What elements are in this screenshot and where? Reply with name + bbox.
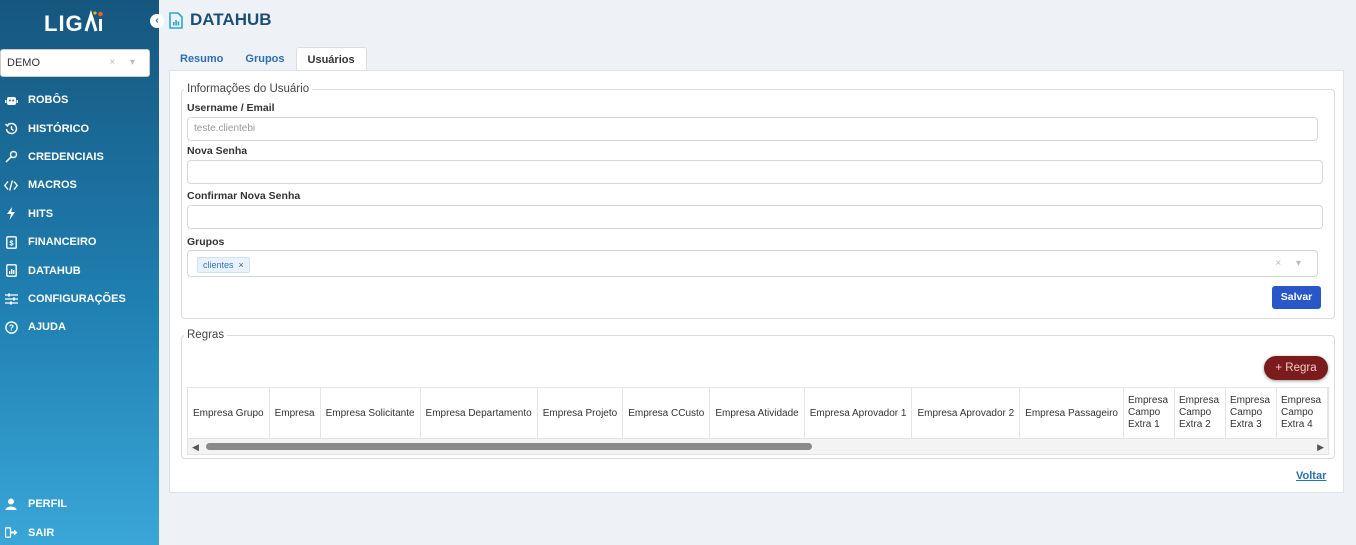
sidebar-item-datahub[interactable]: DATAHUB <box>0 256 159 284</box>
help-icon: ? <box>4 320 18 334</box>
sidebar-item-label: CONFIGURAÇÕES <box>28 292 126 305</box>
rules-column-header[interactable]: Empresa Atividade <box>709 388 805 438</box>
sidebar-item-label: HITS <box>28 207 54 220</box>
rules-column-header[interactable]: Empresa Campo Extra 2 <box>1174 388 1226 438</box>
rules-column-header[interactable]: Empresa Campo Extra 1 <box>1123 388 1175 438</box>
scroll-right-icon[interactable]: ▶ <box>1317 442 1324 453</box>
add-rule-button[interactable]: + Regra <box>1264 356 1328 380</box>
select-clear-chevron-icon[interactable]: × ▾ <box>109 50 141 76</box>
confirm-password-field[interactable] <box>187 205 1323 229</box>
rules-column-header[interactable]: Empresa Passageiro <box>1019 388 1124 438</box>
code-icon <box>4 178 18 192</box>
tab-usuarios[interactable]: Usuários <box>295 47 367 71</box>
rules-column-header[interactable]: Empresa Aprovador 1 <box>804 388 913 438</box>
new-password-label: Nova Senha <box>187 145 248 157</box>
sidebar: LIG ‹ DEMO × ▾ ROBÔS HISTÓRICO CREDENCIA… <box>0 0 164 545</box>
key-icon <box>4 150 18 164</box>
rules-column-header[interactable]: Empresa Aprovador 2 <box>911 388 1021 438</box>
select-clear-chevron-icon[interactable]: × ▾ <box>1275 251 1307 276</box>
sidebar-item-label: FINANCEIRO <box>28 236 97 249</box>
svg-text:LIG: LIG <box>44 11 84 36</box>
robot-icon <box>4 93 18 107</box>
svg-text:?: ? <box>8 322 13 332</box>
sliders-icon <box>4 292 18 306</box>
sidebar-item-hits[interactable]: HITS <box>0 200 159 228</box>
rules-column-header[interactable]: Empresa Departamento <box>420 388 538 438</box>
chart-file-icon <box>4 264 18 278</box>
sidebar-item-label: DATAHUB <box>28 264 81 277</box>
sidebar-item-financeiro[interactable]: $ FINANCEIRO <box>0 228 159 256</box>
rules-column-header[interactable]: Empresa Projeto <box>537 388 624 438</box>
sidebar-item-robos[interactable]: ROBÔS <box>0 86 159 114</box>
sidebar-item-label: PERFIL <box>28 498 68 511</box>
sidebar-item-historico[interactable]: HISTÓRICO <box>0 114 159 142</box>
rules-table: Empresa Grupo Empresa Empresa Solicitante E… <box>188 388 1328 438</box>
svg-text:$: $ <box>9 238 14 247</box>
groups-label: Grupos <box>187 236 225 248</box>
sidebar-item-label: AJUDA <box>28 321 66 334</box>
remove-tag-icon[interactable]: × <box>239 260 244 270</box>
bolt-icon <box>4 207 18 221</box>
new-password-field[interactable] <box>187 160 1323 184</box>
collapse-sidebar-button[interactable]: ‹ <box>150 14 164 28</box>
page-title: DATAHUB <box>190 10 272 29</box>
logout-icon <box>4 526 18 540</box>
rules-column-header[interactable]: Empresa Campo Extra 3 <box>1225 388 1277 438</box>
sidebar-item-label: SAIR <box>28 526 55 539</box>
user-info-legend: Informações do Usuário <box>187 83 310 95</box>
sidebar-item-label: HISTÓRICO <box>28 122 90 135</box>
group-tag: clientes × <box>197 257 250 273</box>
tab-grupos[interactable]: Grupos <box>234 47 295 71</box>
tab-resumo[interactable]: Resumo <box>169 47 234 71</box>
sidebar-item-label: CREDENCIAIS <box>28 150 104 163</box>
ligai-logo[interactable]: LIG <box>44 10 104 36</box>
horizontal-scrollbar[interactable]: ◀ ▶ <box>187 439 1329 455</box>
confirm-password-label: Confirmar Nova Senha <box>187 190 301 202</box>
rules-column-header[interactable]: Empresa CCusto <box>622 388 711 438</box>
sidebar-item-label: MACROS <box>28 179 77 192</box>
rules-column-header[interactable]: Empresa <box>269 388 321 438</box>
rules-column-header[interactable]: Empresa Campo Extra 4 <box>1276 388 1328 438</box>
rules-table-container: Empresa Grupo Empresa Empresa Solicitante E… <box>187 387 1329 439</box>
rules-table-header: Empresa Grupo Empresa Empresa Solicitante E… <box>188 388 1328 438</box>
groups-multiselect[interactable]: clientes × × ▾ <box>187 250 1318 277</box>
scrollbar-thumb[interactable] <box>206 443 812 450</box>
sidebar-item-ajuda[interactable]: ? AJUDA <box>0 313 159 341</box>
save-button[interactable]: Salvar <box>1272 286 1321 309</box>
user-icon <box>4 497 18 511</box>
sidebar-item-macros[interactable]: MACROS <box>0 171 159 199</box>
sidebar-bottom-nav: PERFIL SAIR <box>0 490 159 545</box>
chart-file-icon <box>169 11 183 29</box>
rules-column-header[interactable]: Empresa Solicitante <box>320 388 421 438</box>
main-card: Informações do Usuário Username / Email … <box>169 70 1344 493</box>
tenant-select-value: DEMO <box>7 57 40 69</box>
sidebar-item-configuracoes[interactable]: CONFIGURAÇÕES <box>0 285 159 313</box>
sidebar-nav: ROBÔS HISTÓRICO CREDENCIAIS MACROS HITS <box>0 86 159 342</box>
username-label: Username / Email <box>187 102 275 114</box>
history-icon <box>4 122 18 136</box>
invoice-icon: $ <box>4 235 18 249</box>
sidebar-item-label: ROBÔS <box>28 94 69 107</box>
tenant-select[interactable]: DEMO × ▾ <box>0 49 150 77</box>
sidebar-item-credenciais[interactable]: CREDENCIAIS <box>0 143 159 171</box>
sidebar-item-perfil[interactable]: PERFIL <box>0 490 159 518</box>
scroll-left-icon[interactable]: ◀ <box>192 442 199 453</box>
sidebar-item-sair[interactable]: SAIR <box>0 518 159 545</box>
tab-bar: Resumo Grupos Usuários <box>169 47 367 71</box>
username-field[interactable]: teste.clientebi <box>187 117 1318 141</box>
group-tag-label: clientes <box>203 260 234 270</box>
back-link[interactable]: Voltar <box>1296 470 1326 482</box>
page-header: DATAHUB <box>169 10 272 30</box>
rules-column-header[interactable]: Empresa Grupo <box>188 388 270 438</box>
rules-legend: Regras <box>187 329 225 341</box>
